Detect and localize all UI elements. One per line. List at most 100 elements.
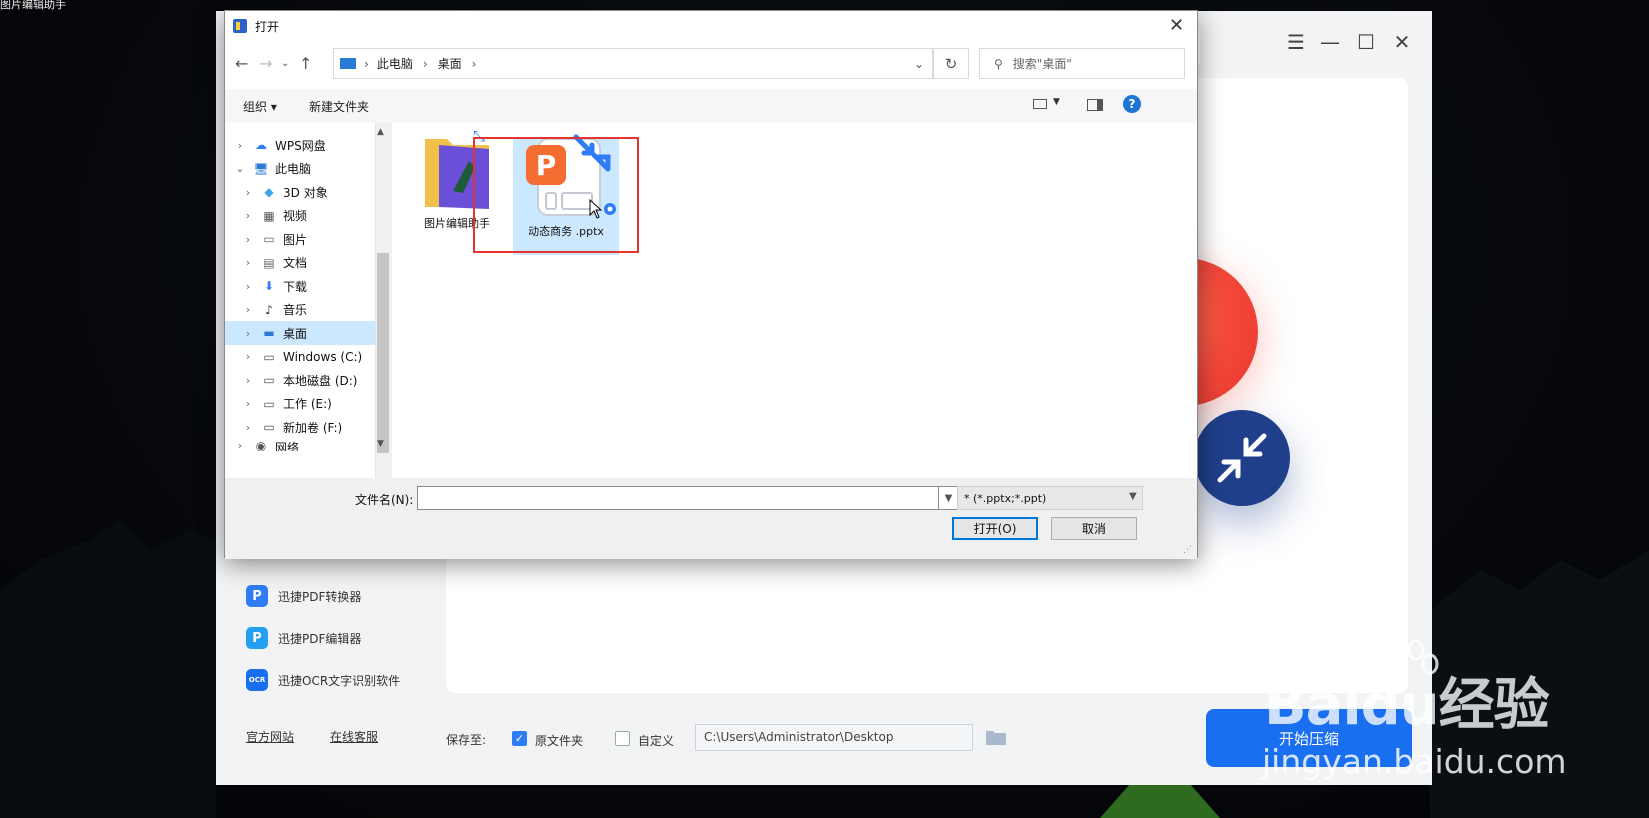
collapse-chevron-icon[interactable]: ›	[241, 256, 255, 269]
save-path-field[interactable]: C:\Users\Administrator\Desktop	[695, 724, 973, 751]
menu-icon[interactable]: ☰	[1284, 30, 1308, 54]
expand-chevron-icon[interactable]: ⌄	[233, 162, 247, 175]
custom-folder-label: 自定义	[638, 734, 675, 748]
collapse-chevron-icon[interactable]: ›	[241, 233, 255, 246]
nav-item-document[interactable]: › ▤ 文档	[225, 251, 375, 275]
dialog-title: 打开	[255, 20, 280, 34]
online-support-link[interactable]: 在线客服	[330, 728, 378, 745]
custom-folder-checkbox[interactable]	[615, 731, 630, 746]
dialog-app-icon	[233, 19, 247, 33]
nav-item-label: 3D 对象	[283, 185, 328, 200]
collapse-chevron-icon[interactable]: ›	[241, 280, 255, 293]
nav-item-label: 网络	[275, 440, 300, 451]
back-arrow-icon[interactable]: ←	[235, 54, 248, 73]
drive-icon: ▭	[263, 420, 275, 434]
resize-grip-icon[interactable]: ⋰	[1183, 545, 1192, 555]
collapse-chevron-icon[interactable]: ›	[241, 350, 255, 363]
breadcrumb-separator: ›	[471, 56, 477, 71]
sidebar-link-label: 迅捷PDF编辑器	[278, 631, 362, 646]
dialog-close-icon[interactable]: ✕	[1169, 15, 1184, 36]
collapse-chevron-icon[interactable]: ›	[233, 439, 247, 451]
open-button[interactable]: 打开(O)	[952, 517, 1038, 540]
nav-item-label: WPS网盘	[275, 138, 326, 153]
drive-icon: ▭	[263, 373, 275, 387]
breadcrumb-this-pc[interactable]: 此电脑	[377, 55, 413, 72]
dialog-toolbar	[225, 89, 1197, 123]
close-icon[interactable]: ✕	[1390, 30, 1414, 54]
original-folder-label: 原文件夹	[535, 734, 584, 748]
nav-item-cloud[interactable]: › ☁ WPS网盘	[225, 133, 375, 157]
save-to-label: 保存至:	[446, 733, 487, 747]
watermark-brand: Baidu经验	[1264, 673, 1550, 738]
pdf-converter-icon: P	[246, 585, 268, 607]
maximize-icon[interactable]: ☐	[1354, 30, 1378, 54]
refresh-icon[interactable]: ↻	[933, 48, 969, 79]
nav-item-computer[interactable]: ⌄ 🖥 此电脑	[225, 157, 375, 181]
folder-icon[interactable]	[985, 728, 1007, 746]
nav-item-label: 音乐	[283, 303, 308, 317]
compress-icon	[1194, 410, 1290, 506]
collapse-chevron-icon[interactable]: ›	[241, 209, 255, 222]
organize-button[interactable]: 组织 ▾	[243, 98, 277, 115]
nav-item-drive[interactable]: › ▭ 工作 (E:)	[225, 392, 375, 416]
nav-item-network[interactable]: › ◉ 网络	[225, 439, 375, 451]
computer-icon: 🖥	[253, 161, 269, 176]
nav-item-download[interactable]: › ⬇ 下载	[225, 274, 375, 298]
sidebar-link-pdf-editor[interactable]: P 迅捷PDF编辑器	[246, 626, 361, 650]
new-folder-button[interactable]: 新建文件夹	[309, 98, 369, 115]
address-bar[interactable]: › 此电脑 › 桌面 › ⌄	[333, 48, 933, 79]
file-type-dropdown-icon[interactable]: ▼	[1129, 491, 1137, 502]
file-type-select[interactable]: * (*.pptx;*.ppt)	[957, 486, 1143, 510]
nav-item-drive[interactable]: › ▭ 新加卷 (F:)	[225, 415, 375, 439]
nav-item-3d[interactable]: › ◆ 3D 对象	[225, 180, 375, 204]
nav-item-label: 文档	[283, 256, 308, 270]
breadcrumb-desktop[interactable]: 桌面	[438, 55, 462, 72]
collapse-chevron-icon[interactable]: ›	[241, 327, 255, 340]
original-folder-checkbox[interactable]: ✓	[512, 731, 527, 746]
nav-item-video[interactable]: › ▦ 视频	[225, 204, 375, 228]
up-arrow-icon[interactable]: ↑	[299, 54, 312, 73]
filename-input[interactable]	[417, 486, 939, 510]
search-input[interactable]: ⚲ 搜索"桌面"	[979, 48, 1185, 79]
nav-item-label: 本地磁盘 (D:)	[283, 373, 358, 388]
collapse-chevron-icon[interactable]: ›	[241, 186, 255, 199]
drive-icon: ▭	[263, 396, 275, 411]
scroll-down-icon[interactable]: ▼	[377, 439, 384, 449]
cancel-button[interactable]: 取消	[1051, 517, 1137, 540]
nav-item-label: 桌面	[283, 326, 308, 341]
collapse-chevron-icon[interactable]: ›	[241, 421, 255, 434]
scroll-up-icon[interactable]: ▲	[377, 127, 384, 137]
filename-dropdown-icon[interactable]: ▼	[939, 486, 959, 510]
nav-item-drive[interactable]: › ▭ 本地磁盘 (D:)	[225, 368, 375, 392]
sidebar-link-label: 迅捷OCR文字识别软件	[278, 673, 401, 688]
sidebar-link-pdf-converter[interactable]: P 迅捷PDF转换器	[246, 584, 361, 608]
music-icon: ♪	[265, 302, 273, 317]
nav-item-desktop[interactable]: › ▬ 桌面	[225, 321, 375, 345]
view-options-icon[interactable]	[1033, 99, 1047, 109]
filename-label: 文件名(N):	[355, 493, 414, 507]
open-file-dialog: 打开 ✕ ← → ⌄ ↑ › 此电脑 › 桌面 › ⌄ ↻ ⚲ 搜索"桌面" 组…	[224, 10, 1198, 559]
preview-pane-icon[interactable]	[1087, 99, 1103, 111]
address-dropdown-icon[interactable]: ⌄	[914, 57, 924, 71]
recent-chevron-icon[interactable]: ⌄	[281, 58, 289, 69]
view-dropdown-icon[interactable]: ▼	[1053, 97, 1060, 107]
official-site-link[interactable]: 官方网站	[246, 728, 294, 745]
network-icon: ◉	[255, 438, 267, 451]
collapse-chevron-icon[interactable]: ›	[241, 374, 255, 387]
drive-icon: ▭	[263, 349, 275, 364]
nav-item-picture[interactable]: › ▭ 图片	[225, 227, 375, 251]
nav-item-drive[interactable]: › ▭ Windows (C:)	[225, 345, 375, 369]
minimize-icon[interactable]: —	[1318, 30, 1342, 54]
3d-icon: ◆	[264, 185, 274, 199]
forward-arrow-icon[interactable]: →	[259, 54, 272, 73]
picture-icon: ▭	[263, 232, 275, 246]
collapse-chevron-icon[interactable]: ›	[241, 303, 255, 316]
help-icon[interactable]: ?	[1123, 95, 1141, 113]
dialog-titlebar	[225, 11, 1197, 41]
nav-item-label: 工作 (E:)	[283, 397, 332, 411]
nav-scrollbar-thumb[interactable]	[377, 253, 389, 453]
collapse-chevron-icon[interactable]: ›	[233, 139, 247, 152]
sidebar-link-ocr[interactable]: OCR 迅捷OCR文字识别软件	[246, 668, 400, 692]
collapse-chevron-icon[interactable]: ›	[241, 397, 255, 410]
nav-item-music[interactable]: › ♪ 音乐	[225, 298, 375, 322]
